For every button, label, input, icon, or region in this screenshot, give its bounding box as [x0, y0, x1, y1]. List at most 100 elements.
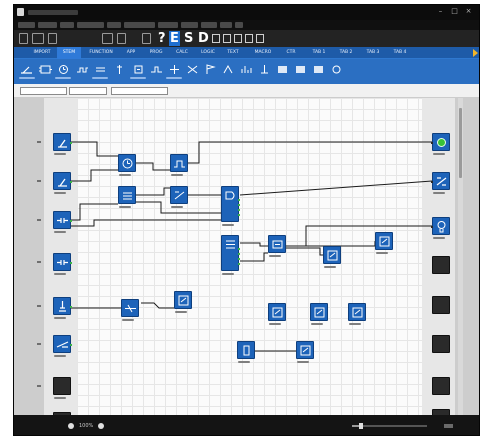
- menu-item-9[interactable]: [201, 22, 217, 28]
- menu-item-3[interactable]: [60, 22, 74, 28]
- chart-icon[interactable]: [240, 64, 253, 75]
- relay-icon[interactable]: [294, 64, 307, 75]
- menu-item-7[interactable]: [158, 22, 178, 28]
- connect-icon[interactable]: [245, 34, 253, 43]
- pulse-icon[interactable]: [113, 64, 126, 75]
- output-block-q5[interactable]: [432, 296, 450, 314]
- sensor-icon[interactable]: [222, 64, 235, 75]
- tab-3[interactable]: TAB 3: [362, 47, 384, 59]
- function-block-text-1[interactable]: [268, 303, 286, 321]
- output-block-q4[interactable]: [432, 256, 450, 274]
- compare-icon[interactable]: [223, 34, 231, 43]
- tab-app[interactable]: APP: [122, 47, 140, 59]
- input-block-i5[interactable]: [53, 297, 72, 315]
- save-icon[interactable]: [48, 33, 57, 44]
- function-block-text-4[interactable]: [296, 341, 314, 359]
- menu-item-8[interactable]: [181, 22, 198, 28]
- menu-item-10[interactable]: [220, 22, 232, 28]
- function-block-counter[interactable]: [118, 186, 136, 204]
- tab-calc[interactable]: CALC: [172, 47, 192, 59]
- function-block-math[interactable]: [221, 235, 240, 271]
- menu-item-5[interactable]: [107, 22, 121, 28]
- input-block-i1[interactable]: [53, 133, 72, 151]
- zoom-out-icon[interactable]: [68, 423, 74, 429]
- menu-item-6[interactable]: [124, 22, 155, 28]
- tab-macro[interactable]: MACRO: [249, 47, 277, 59]
- counter-icon[interactable]: [76, 64, 89, 75]
- zoom-in-icon[interactable]: [98, 423, 104, 429]
- menu-item-4[interactable]: [77, 22, 104, 28]
- input-block-i3[interactable]: [53, 211, 72, 229]
- download-letter-button[interactable]: D: [198, 31, 209, 46]
- monitor-icon[interactable]: [142, 33, 151, 44]
- diagram-canvas[interactable]: [77, 98, 422, 415]
- input-block-i2[interactable]: [53, 172, 72, 190]
- output-block-q2[interactable]: [431, 172, 450, 190]
- help-letter-button[interactable]: ?: [158, 31, 166, 46]
- function-block-text-2[interactable]: [310, 303, 328, 321]
- delay-icon[interactable]: [150, 64, 163, 75]
- output-block-q3[interactable]: [431, 217, 450, 235]
- lamp-icon[interactable]: [276, 64, 289, 75]
- open-folder-icon[interactable]: [32, 33, 44, 44]
- tab-text[interactable]: TEXT: [224, 47, 242, 59]
- document-tab-1[interactable]: [20, 87, 67, 95]
- function-block-output-msg[interactable]: [174, 291, 192, 309]
- upload-icon[interactable]: [212, 34, 220, 43]
- scrollbar-thumb[interactable]: [459, 108, 462, 178]
- latch-icon[interactable]: [132, 64, 145, 75]
- function-block-latch[interactable]: [268, 235, 286, 253]
- undo-icon[interactable]: [117, 33, 126, 44]
- menu-item-11[interactable]: [235, 22, 243, 28]
- output-block-q1[interactable]: [431, 133, 450, 151]
- menu-item-2[interactable]: [38, 22, 57, 28]
- print-icon[interactable]: [102, 33, 113, 44]
- display-icon[interactable]: [312, 64, 325, 75]
- gate-icon[interactable]: [39, 64, 52, 75]
- menu-item-1[interactable]: [18, 22, 35, 28]
- function-block-sensor[interactable]: [237, 341, 255, 359]
- output-block-q6[interactable]: [432, 335, 450, 353]
- function-block-logic[interactable]: [221, 186, 240, 222]
- motor-icon[interactable]: [258, 64, 271, 75]
- function-block-display[interactable]: [323, 246, 341, 264]
- list-icon[interactable]: [330, 64, 343, 75]
- minimize-button[interactable]: –: [436, 7, 445, 16]
- function-block-timer[interactable]: [118, 154, 136, 172]
- tab-ctr[interactable]: CTR: [282, 47, 300, 59]
- input-block-i6[interactable]: [53, 335, 72, 353]
- edit-letter-button[interactable]: E: [169, 31, 180, 46]
- input-block-i4[interactable]: [53, 253, 72, 271]
- close-button[interactable]: ×: [464, 7, 473, 16]
- tab-1[interactable]: TAB 1: [308, 47, 330, 59]
- input-block-i7[interactable]: [53, 377, 71, 395]
- new-file-icon[interactable]: [19, 33, 28, 44]
- tab-4[interactable]: TAB 4: [388, 47, 412, 59]
- function-block-delay[interactable]: [121, 299, 139, 317]
- document-tab-2[interactable]: [69, 87, 107, 95]
- document-tab-3[interactable]: [111, 87, 168, 95]
- simulation-slider-handle[interactable]: [359, 423, 363, 429]
- grid-icon[interactable]: [186, 64, 199, 75]
- output-block-q7[interactable]: [432, 377, 450, 395]
- settings-icon[interactable]: [234, 34, 242, 43]
- maximize-button[interactable]: □: [450, 7, 459, 16]
- tab-logic[interactable]: LOGIC: [197, 47, 219, 59]
- function-block-pulse[interactable]: [170, 154, 188, 172]
- sim-letter-button[interactable]: S: [184, 31, 193, 46]
- vertical-scrollbar[interactable]: [458, 98, 463, 415]
- math-icon[interactable]: [168, 64, 181, 75]
- function-block-compare[interactable]: [170, 186, 188, 204]
- tab-import[interactable]: IMPORT: [28, 47, 56, 59]
- compare-icon[interactable]: [94, 64, 107, 75]
- flag-icon[interactable]: [204, 64, 217, 75]
- tab-stem[interactable]: STEM: [57, 47, 81, 59]
- simulation-slider[interactable]: [352, 423, 427, 429]
- timer-icon[interactable]: [57, 64, 70, 75]
- tab-prog[interactable]: PROG: [145, 47, 167, 59]
- function-block-message[interactable]: [375, 232, 393, 250]
- switch-icon[interactable]: [20, 64, 33, 75]
- function-block-text-3[interactable]: [348, 303, 366, 321]
- tab-scroll-right-icon[interactable]: [473, 49, 478, 57]
- network-icon[interactable]: [256, 34, 264, 43]
